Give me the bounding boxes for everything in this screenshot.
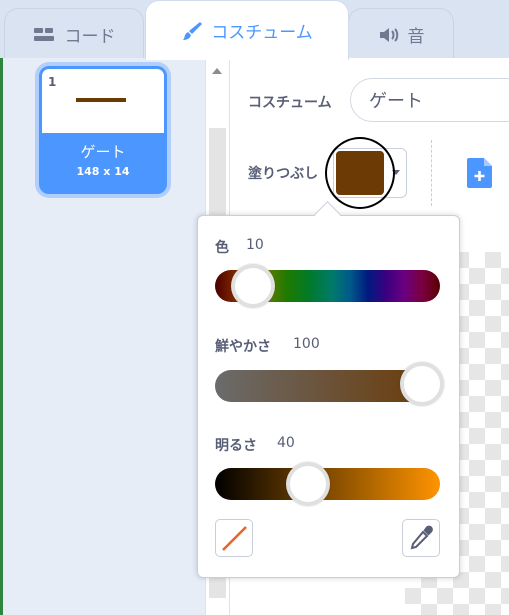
hue-slider-handle[interactable] xyxy=(231,264,275,308)
speaker-icon xyxy=(378,26,400,44)
costume-preview-shape xyxy=(76,98,126,102)
saturation-label: 鮮やかさ xyxy=(215,339,271,355)
tab-costume-label: コスチューム xyxy=(211,23,313,43)
stage-edge xyxy=(0,58,3,615)
no-fill-button[interactable] xyxy=(215,519,253,557)
tab-sound-label: 音 xyxy=(407,27,425,47)
tab-code-label: コード xyxy=(64,27,116,47)
eyedropper-button[interactable] xyxy=(402,519,440,557)
costume-thumbnail-size: 148 x 14 xyxy=(76,165,130,178)
tab-costume[interactable]: コスチューム xyxy=(145,0,349,60)
costume-name-label: コスチューム xyxy=(248,95,332,111)
brightness-value: 40 xyxy=(277,435,295,451)
scroll-up-arrow-icon[interactable] xyxy=(212,68,222,74)
costume-number: 1 xyxy=(48,75,57,89)
highlight-circle xyxy=(325,137,395,209)
code-icon xyxy=(33,26,57,44)
tab-code[interactable]: コード xyxy=(4,8,144,60)
costume-thumbnail-name: ゲート xyxy=(80,143,126,161)
costume-name-input[interactable] xyxy=(350,78,509,122)
brightness-label: 明るさ xyxy=(215,438,257,454)
eyedropper-icon xyxy=(410,525,433,550)
costume-thumbnail[interactable]: 1 ゲート 148 x 14 xyxy=(39,66,167,194)
hue-label: 色 xyxy=(215,240,229,256)
paintbrush-icon xyxy=(181,20,203,42)
costume-thumbnail-preview: 1 xyxy=(42,69,164,133)
hue-value: 10 xyxy=(246,237,264,253)
tab-sound[interactable]: 音 xyxy=(348,8,454,60)
brightness-slider-handle[interactable] xyxy=(286,462,330,506)
toolbar-divider xyxy=(431,140,432,206)
new-costume-icon[interactable] xyxy=(466,157,494,193)
saturation-value: 100 xyxy=(293,336,320,352)
fill-label: 塗りつぶし xyxy=(248,166,319,182)
saturation-slider-handle[interactable] xyxy=(400,362,444,406)
no-color-slash-icon xyxy=(222,526,247,551)
